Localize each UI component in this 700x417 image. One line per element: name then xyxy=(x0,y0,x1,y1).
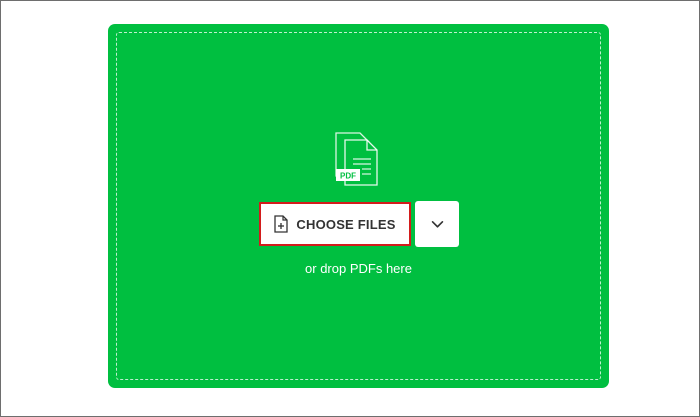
pdf-badge-label: PDF xyxy=(340,172,356,181)
file-drop-zone[interactable]: PDF CHOOSE FILES or drop PDFs here xyxy=(108,24,609,388)
choose-files-label: CHOOSE FILES xyxy=(296,216,396,232)
chevron-down-icon xyxy=(431,220,443,228)
add-file-icon xyxy=(274,215,289,233)
upload-source-dropdown-button[interactable] xyxy=(415,201,459,247)
choose-files-button[interactable]: CHOOSE FILES xyxy=(259,202,411,246)
pdf-document-icon: PDF xyxy=(335,132,378,186)
drop-hint-text: or drop PDFs here xyxy=(305,261,412,276)
